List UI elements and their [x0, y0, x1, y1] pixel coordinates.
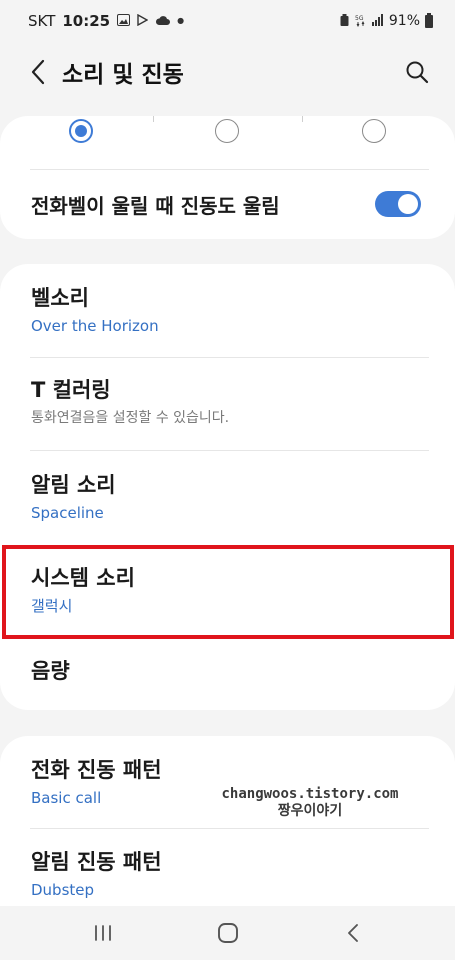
item-title: 알림 진동 패턴	[31, 850, 162, 874]
list-item-volume[interactable]: 음량	[0, 657, 455, 697]
search-icon	[406, 61, 429, 84]
alarm-icon	[339, 13, 350, 29]
divider	[30, 357, 429, 358]
sound-mode-radio-sound[interactable]	[69, 119, 93, 143]
battery-icon	[425, 12, 433, 28]
play-store-icon	[137, 13, 149, 28]
watermark: changwoos.tistory.com 짱우이야기	[210, 786, 410, 820]
5g-signal-icon: 5G	[355, 14, 367, 29]
status-bar: SKT 10:25 ● 5G 91%	[0, 0, 455, 42]
sound-settings-card: 벨소리 Over the Horizon T 컬러링 통화연결음을 설정할 수 …	[0, 264, 455, 710]
radio-divider-tick	[153, 116, 154, 122]
dot-icon: ●	[177, 16, 185, 25]
svg-text:5G: 5G	[355, 15, 364, 22]
page-title: 소리 및 진동	[62, 62, 184, 88]
list-item-t-coloring[interactable]: T 컬러링 통화연결음을 설정할 수 있습니다.	[0, 376, 455, 450]
item-title: 벨소리	[31, 286, 89, 310]
watermark-url: changwoos.tistory.com	[221, 786, 399, 802]
list-item-ringtone[interactable]: 벨소리 Over the Horizon	[0, 284, 455, 358]
signal-strength-icon	[371, 14, 384, 28]
vibrate-when-ringing-toggle[interactable]	[375, 191, 421, 217]
sound-mode-card: 전화벨이 울릴 때 진동도 울림	[0, 116, 455, 239]
navigation-bar	[0, 906, 455, 960]
gallery-icon	[117, 14, 131, 28]
sound-mode-radio-vibrate[interactable]	[215, 119, 239, 143]
item-subtitle: 통화연결음을 설정할 수 있습니다.	[31, 410, 230, 426]
back-arrow-icon	[347, 924, 358, 942]
item-title: T 컬러링	[31, 378, 111, 402]
recent-apps-button[interactable]	[73, 909, 133, 957]
item-title: 음량	[31, 659, 70, 683]
watermark-name: 짱우이야기	[277, 803, 343, 819]
radio-divider-tick	[302, 116, 303, 122]
cloud-icon	[155, 15, 171, 28]
list-item-notification-vibration-pattern[interactable]: 알림 진동 패턴 Dubstep	[0, 848, 455, 906]
item-title: 시스템 소리	[31, 566, 135, 590]
search-button[interactable]	[395, 50, 439, 94]
item-title: 전화 진동 패턴	[31, 758, 162, 782]
item-subtitle: Dubstep	[31, 881, 95, 899]
battery-percent: 91%	[388, 13, 420, 29]
home-button[interactable]	[198, 909, 258, 957]
list-item-system-sound[interactable]: 시스템 소리 갤럭시	[0, 564, 455, 638]
list-item-notification-sound[interactable]: 알림 소리 Spaceline	[0, 471, 455, 545]
sound-mode-radio-group	[0, 116, 455, 169]
divider	[30, 828, 429, 829]
vibrate-when-ringing-row[interactable]: 전화벨이 울릴 때 진동도 울림	[0, 169, 455, 239]
app-bar: 소리 및 진동	[0, 42, 455, 102]
sound-mode-radio-mute[interactable]	[362, 119, 386, 143]
status-right: 5G 91%	[339, 12, 433, 29]
status-left: SKT 10:25 ●	[28, 12, 184, 30]
item-title: 알림 소리	[31, 473, 116, 497]
divider	[30, 450, 429, 451]
home-icon	[217, 923, 238, 943]
recent-apps-icon	[94, 925, 111, 941]
item-subtitle: Spaceline	[31, 504, 104, 522]
item-subtitle: 갤럭시	[31, 597, 73, 615]
vibration-settings-card: 전화 진동 패턴 Basic call 알림 진동 패턴 Dubstep	[0, 736, 455, 906]
carrier-label: SKT	[28, 12, 56, 30]
item-subtitle: Over the Horizon	[31, 317, 159, 335]
chevron-left-icon	[31, 59, 45, 85]
back-button[interactable]	[8, 42, 68, 102]
vibrate-when-ringing-label: 전화벨이 울릴 때 진동도 울림	[31, 193, 280, 218]
clock: 10:25	[62, 12, 111, 30]
nav-back-button[interactable]	[323, 909, 383, 957]
